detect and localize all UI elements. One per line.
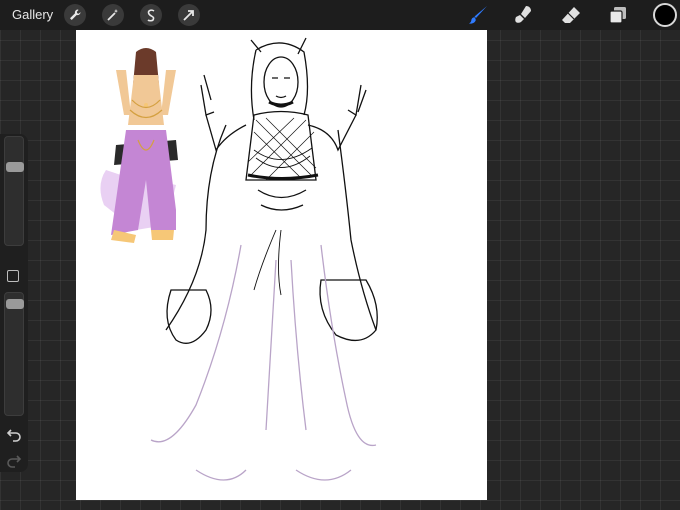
color-reference-sketch: [100, 48, 178, 243]
brush-tool-button[interactable]: [468, 4, 490, 26]
layers-button[interactable]: [607, 4, 629, 26]
color-picker-button[interactable]: [653, 3, 677, 27]
drawing-canvas[interactable]: [76, 30, 487, 500]
left-sidebar: [0, 134, 28, 472]
undo-icon[interactable]: [6, 426, 22, 442]
transform-button[interactable]: [178, 4, 200, 26]
line-art-figure: [150, 37, 378, 481]
transform-arrow-icon: [183, 10, 194, 21]
selection-button[interactable]: [140, 4, 162, 26]
wrench-icon: [70, 9, 81, 20]
gallery-button[interactable]: Gallery: [12, 7, 53, 22]
brush-icon: [469, 6, 487, 24]
magic-wand-icon: [107, 9, 118, 21]
brush-size-thumb[interactable]: [6, 161, 24, 172]
selection-icon: [147, 9, 155, 22]
brush-size-slider[interactable]: [4, 136, 24, 246]
eraser-tool-button[interactable]: [560, 4, 582, 26]
layers-icon: [609, 7, 626, 24]
opacity-slider[interactable]: [4, 292, 24, 416]
smudge-icon: [515, 6, 531, 23]
actions-button[interactable]: [64, 4, 86, 26]
eraser-icon: [562, 7, 580, 23]
modify-square-icon[interactable]: [7, 270, 19, 282]
top-toolbar: Gallery: [0, 0, 680, 30]
opacity-thumb[interactable]: [6, 298, 24, 309]
smudge-tool-button[interactable]: [513, 4, 535, 26]
artwork: [100, 37, 378, 481]
adjustments-button[interactable]: [102, 4, 124, 26]
redo-icon[interactable]: [6, 452, 22, 468]
